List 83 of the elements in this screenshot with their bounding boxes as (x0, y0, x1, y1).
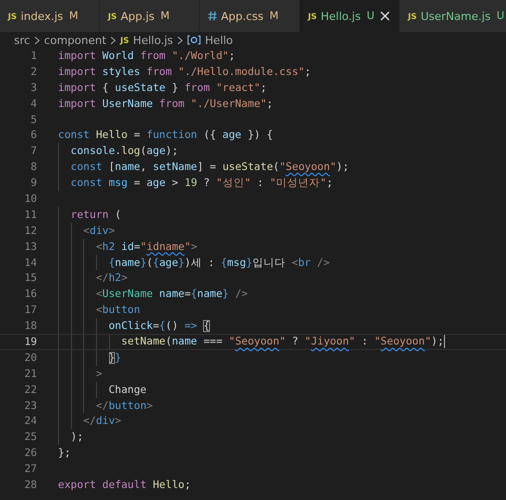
code-line: return ( (70, 208, 122, 221)
file-type-label: JS (120, 36, 130, 44)
line-number: 27 (23, 463, 37, 476)
line-number: 10 (23, 192, 37, 205)
line-number: 18 (23, 320, 37, 332)
file-status: M (69, 10, 78, 22)
close-icon[interactable] (380, 11, 390, 21)
code-line: <button (94, 304, 140, 316)
code-line: import World from "./World"; (58, 50, 236, 62)
code-line: </button> (94, 400, 153, 412)
code-line: > (94, 368, 102, 380)
line-number: 8 (30, 161, 37, 174)
editor-tab[interactable]: JS App.js M (100, 0, 200, 32)
code-line: {name}({age})세 : {msg}입니다 <br /> (108, 256, 330, 270)
line-number: 16 (23, 288, 37, 300)
line-number: 3 (30, 82, 37, 94)
breadcrumb-item[interactable]: component (44, 34, 106, 46)
line-number: 14 (23, 256, 37, 269)
code-line: const msg = age > 19 ? "성인" : "미성년자"; (70, 176, 333, 190)
line-number: 23 (23, 400, 37, 412)
line-number: 19 (23, 336, 37, 348)
tab-label: index.js (20, 10, 64, 22)
file-type-label: JS (108, 12, 117, 20)
tab-label: Hello.js (320, 10, 361, 22)
line-number: 4 (30, 98, 37, 110)
line-number: 17 (23, 304, 37, 316)
editor-tab[interactable]: App.css M (200, 0, 300, 32)
line-number: 5 (30, 114, 37, 126)
code-line: }; (58, 447, 71, 460)
hash-icon (208, 11, 217, 21)
file-status: U (366, 10, 374, 22)
line-number: 20 (23, 352, 37, 364)
tab-label: UserName.js (420, 10, 491, 22)
line-number: 13 (23, 240, 37, 253)
line-number: 25 (23, 431, 37, 444)
line-number: 15 (23, 272, 37, 284)
code-line: console.log(age); (70, 145, 178, 158)
line-number: 2 (30, 66, 37, 78)
breadcrumb-item[interactable]: Hello (205, 34, 233, 46)
code-line: onClick={() => { (108, 320, 210, 332)
line-number: 12 (23, 224, 37, 237)
code-line: </h2> (94, 272, 128, 284)
tab-label: App.js (120, 10, 155, 22)
code-line: <div> (82, 224, 115, 237)
line-number: 1 (30, 50, 37, 62)
editor-tab[interactable]: JS UserName.js U (400, 0, 506, 32)
file-status: M (270, 10, 279, 22)
file-status: U (496, 10, 504, 22)
code-line: ); (70, 431, 84, 444)
code-line: import styles from "./Hello.module.css"; (58, 66, 311, 78)
file-status: M (160, 10, 170, 22)
editor-tab[interactable]: JS Hello.js U (300, 0, 400, 32)
code-line: import UserName from "./UserName"; (58, 98, 273, 110)
breadcrumb-item[interactable]: src (14, 34, 30, 46)
line-number: 21 (23, 368, 37, 380)
code-line: <UserName name={name} /> (94, 288, 248, 300)
file-type-label: JS (308, 12, 317, 20)
code-line: setName(name === "Seoyoon" ? "Jiyoon" : "Seoyoon"); (120, 335, 445, 348)
chevron-icon (34, 36, 40, 44)
editor-tab[interactable]: JS index.js M (0, 0, 100, 32)
chevron-icon (177, 36, 184, 44)
code-line: import { useState } from "react"; (58, 82, 267, 94)
file-type-label: JS (8, 12, 17, 20)
line-number: 11 (23, 208, 37, 221)
line-number: 22 (23, 384, 37, 396)
code-line: Change (108, 384, 147, 396)
line-number: 28 (23, 478, 37, 491)
line-number: 7 (30, 145, 37, 158)
tab-label: App.css (221, 10, 264, 22)
code-line: }} (108, 352, 122, 364)
line-number: 9 (30, 177, 37, 190)
code-line: const [name, setName] = useState("Seoyoon"); (70, 161, 349, 174)
line-number: 24 (23, 415, 37, 428)
symbol-icon (187, 35, 202, 45)
file-type-label: JS (408, 12, 417, 20)
code-line: export default Hello; (58, 478, 191, 491)
code-line: const Hello = function ({ age }) { (58, 129, 273, 142)
code-line: </div> (82, 415, 122, 428)
chevron-icon (110, 36, 116, 44)
line-number: 26 (23, 447, 37, 460)
line-number: 6 (30, 129, 37, 142)
breadcrumb-item[interactable]: Hello.js (133, 34, 174, 46)
code-line: <h2 id="idname"> (94, 240, 198, 253)
